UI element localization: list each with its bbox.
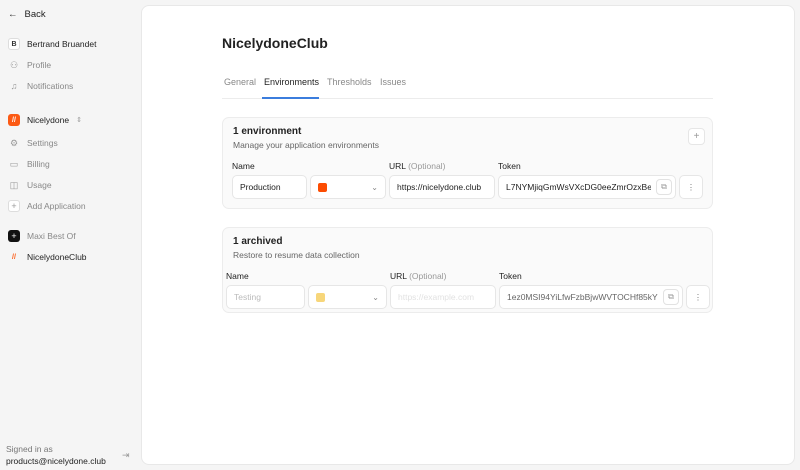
url-label: URL (Optional) [389, 161, 445, 171]
user-icon: ⚇ [9, 59, 19, 70]
more-options-button[interactable]: ⋮ [686, 285, 710, 309]
user-email: products@nicelydone.club [6, 456, 106, 466]
copy-icon[interactable]: ⧉ [656, 179, 672, 195]
name-placeholder: Testing [234, 292, 261, 302]
bell-icon: ♫ [10, 81, 18, 91]
url-label-text: URL [390, 271, 407, 281]
archived-name-input[interactable]: Testing [226, 285, 305, 309]
sidebar-item-settings[interactable]: ⚙ Settings [8, 137, 58, 149]
logout-icon[interactable]: ⇥ [122, 450, 130, 461]
app-nicelydoneclub[interactable]: //NicelydoneClub [8, 251, 87, 263]
name-value: Production [240, 182, 281, 192]
token-label: Token [499, 271, 522, 281]
maxi-best-of-logo-icon: + [8, 230, 20, 242]
sidebar-item-profile[interactable]: ⚇ Profile [8, 59, 51, 71]
token-field: 1ez0MSI94YiLfwFzbBjwWVTOCHf85kYH2... ⧉ [499, 285, 683, 309]
copy-icon[interactable]: ⧉ [663, 289, 679, 305]
url-label-text: URL [389, 161, 406, 171]
color-swatch [318, 182, 327, 192]
app-maxi-best-of[interactable]: + Maxi Best Of [8, 230, 76, 242]
credit-card-icon: ▭ [9, 158, 19, 169]
archived-subtitle: Restore to resume data collection [233, 250, 360, 260]
plus-icon: + [693, 131, 700, 142]
more-vertical-icon: ⋮ [686, 181, 696, 192]
nicelydone-logo-icon: // [12, 253, 16, 261]
more-vertical-icon: ⋮ [693, 291, 703, 302]
chevron-down-icon: ⌄ [372, 292, 379, 302]
org-switcher[interactable]: //Nicelydone ⇕ [8, 114, 82, 126]
token-value: 1ez0MSI94YiLfwFzbBjwWVTOCHf85kYH2... [507, 292, 658, 302]
url-input[interactable]: https://nicelydone.club [389, 175, 495, 199]
name-label: Name [232, 161, 255, 171]
environments-heading: 1 environment [233, 126, 302, 137]
add-environment-button[interactable]: + [688, 128, 705, 145]
chevron-updown-icon: ⇕ [76, 117, 82, 124]
tab-general[interactable]: General [224, 77, 256, 87]
optional-hint: (Optional) [409, 271, 447, 281]
color-select[interactable]: ⌄ [310, 175, 386, 199]
sidebar-item-billing[interactable]: ▭ Billing [8, 158, 50, 170]
sidebar-item-add-application[interactable]: + Add Application [8, 200, 86, 212]
environment-name-input[interactable]: Production [232, 175, 307, 199]
user-account[interactable]: B Bertrand Bruandet [8, 38, 96, 50]
sidebar-item-notifications[interactable]: ♫ Notifications [8, 80, 74, 92]
token-field: L7NYMjiqGmWsVXcDG0eeZmrOzxBeYIFhE... ⧉ [498, 175, 676, 199]
gear-icon: ⚙ [9, 137, 19, 148]
token-value: L7NYMjiqGmWsVXcDG0eeZmrOzxBeYIFhE... [506, 182, 651, 192]
plus-icon: + [8, 200, 20, 212]
back-button[interactable]: ← Back [8, 9, 46, 20]
archived-url-input[interactable]: https://example.com [390, 285, 496, 309]
active-tab-indicator [262, 97, 319, 99]
url-placeholder: https://example.com [398, 292, 475, 302]
tab-issues[interactable]: Issues [380, 77, 406, 87]
url-value: https://nicelydone.club [397, 182, 482, 192]
token-label: Token [498, 161, 521, 171]
arrow-left-icon: ← [8, 9, 18, 20]
avatar: B [8, 38, 20, 50]
tab-thresholds[interactable]: Thresholds [327, 77, 372, 87]
more-options-button[interactable]: ⋮ [679, 175, 703, 199]
url-label: URL (Optional) [390, 271, 446, 281]
color-select[interactable]: ⌄ [308, 285, 387, 309]
nicelydone-logo-icon: // [8, 114, 20, 126]
environments-subtitle: Manage your application environments [233, 140, 380, 150]
signed-in-label: Signed in as [6, 444, 53, 454]
tab-environments[interactable]: Environments [264, 77, 319, 87]
usage-icon: ◫ [9, 179, 19, 190]
sidebar-item-usage[interactable]: ◫ Usage [8, 179, 52, 191]
page-title: NicelydoneClub [222, 35, 328, 51]
chevron-down-icon: ⌄ [371, 182, 378, 192]
color-swatch [316, 292, 325, 302]
optional-hint: (Optional) [408, 161, 446, 171]
archived-heading: 1 archived [233, 236, 283, 247]
name-label: Name [226, 271, 249, 281]
